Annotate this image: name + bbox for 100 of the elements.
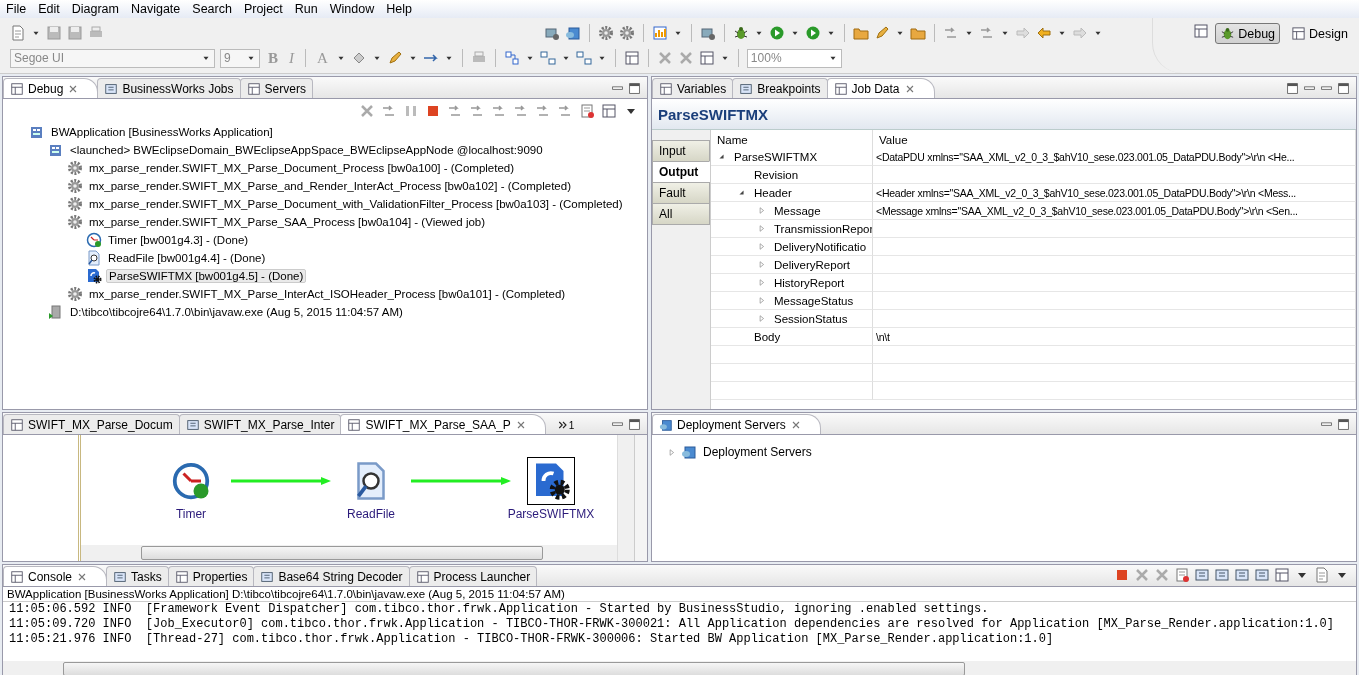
executable-icon bbox=[48, 304, 64, 320]
view-tab[interactable]: Debug bbox=[3, 78, 99, 98]
tab-icon bbox=[185, 417, 200, 432]
clear-icon[interactable] bbox=[579, 103, 595, 119]
collapsed-arrow-icon[interactable] bbox=[756, 205, 767, 216]
view-tab[interactable]: Variables bbox=[652, 78, 734, 98]
collapsed-arrow-icon[interactable] bbox=[666, 446, 677, 458]
gear-icon[interactable] bbox=[619, 25, 635, 41]
palette-toggle-strip[interactable] bbox=[634, 435, 647, 561]
tree-item[interactable]: <launched> BWEclipseDomain_BWEclipseAppSpace_BWEclipseAppNode @localhost:9090 bbox=[68, 144, 545, 156]
server-icon bbox=[681, 444, 697, 460]
menu-item[interactable]: Search bbox=[186, 2, 238, 16]
horizontal-scrollbar[interactable] bbox=[81, 545, 617, 561]
collapsed-arrow-icon[interactable] bbox=[756, 295, 767, 306]
maximize-icon[interactable] bbox=[1337, 418, 1350, 431]
side-tab[interactable]: All bbox=[652, 203, 710, 225]
terminate-icon[interactable] bbox=[425, 103, 441, 119]
node-label[interactable]: Timer bbox=[175, 507, 207, 521]
tree-item[interactable]: mx_parse_render.SWIFT_MX_Parse_SAA_Process [bw0a104] - (Viewed job) bbox=[87, 216, 488, 228]
overflow-chevron-icon[interactable] bbox=[556, 419, 569, 431]
remove-all-icon[interactable] bbox=[1154, 567, 1170, 583]
node-label[interactable]: ParseSWIFTMX bbox=[507, 507, 595, 521]
tree-item[interactable]: mx_parse_render.SWIFT_MX_Parse_InterAct_ISOHeader_Process [bw0a101] - (Completed) bbox=[87, 288, 568, 300]
tree-item[interactable]: mx_parse_render.SWIFT_MX_Parse_and_Render_InterAct_Process [bw0a102] - (Completed) bbox=[87, 180, 573, 192]
tab-icon bbox=[10, 81, 24, 96]
view-tab[interactable]: Tasks bbox=[106, 566, 169, 586]
view-tab[interactable]: Console bbox=[3, 566, 108, 586]
tree-item[interactable]: Timer [bw001g4.3] - (Done) bbox=[106, 234, 251, 246]
menu-item[interactable]: Window bbox=[323, 2, 381, 16]
overflow-count[interactable]: 1 bbox=[568, 420, 575, 431]
save-all-icon[interactable] bbox=[67, 25, 83, 41]
document-gear-icon bbox=[86, 268, 102, 284]
collapsed-arrow-icon[interactable] bbox=[756, 313, 767, 324]
collapsed-arrow-icon[interactable] bbox=[756, 259, 767, 270]
perspective-button[interactable]: Debug bbox=[1215, 23, 1281, 44]
scrollbar-thumb[interactable] bbox=[141, 546, 543, 560]
column-header[interactable]: Value bbox=[879, 134, 908, 146]
menu-item[interactable]: Diagram bbox=[65, 2, 125, 16]
horizontal-scrollbar[interactable] bbox=[3, 661, 1356, 675]
node-label[interactable]: ReadFile bbox=[347, 507, 395, 521]
view-tab[interactable]: Base64 String Decoder bbox=[253, 566, 410, 586]
side-tab[interactable]: Output bbox=[652, 161, 710, 183]
tab-icon bbox=[10, 569, 24, 584]
view-tab[interactable]: BusinessWorks Jobs bbox=[97, 78, 241, 98]
menu-item[interactable]: Help bbox=[380, 2, 418, 16]
run-tool-icon[interactable] bbox=[805, 25, 821, 41]
view-tab[interactable]: Job Data bbox=[826, 78, 935, 98]
tree-item[interactable]: Deployment Servers bbox=[701, 445, 814, 459]
perspective-button[interactable]: Design bbox=[1286, 23, 1353, 44]
new-file-icon[interactable] bbox=[10, 25, 26, 41]
maximize-icon[interactable] bbox=[1337, 82, 1350, 95]
terminate-icon[interactable] bbox=[1114, 567, 1130, 583]
view-tab[interactable]: Servers bbox=[239, 78, 313, 98]
maximize-icon[interactable] bbox=[628, 82, 641, 95]
menu-item[interactable]: Navigate bbox=[124, 2, 187, 16]
tree-item[interactable]: ReadFile [bw001g4.4] - (Done) bbox=[106, 252, 268, 264]
chart-icon[interactable] bbox=[652, 25, 668, 41]
view-tab[interactable]: SWIFT_MX_Parse_Docum bbox=[3, 414, 180, 434]
save-icon[interactable] bbox=[46, 25, 62, 41]
view-tab[interactable]: SWIFT_MX_Parse_Inter bbox=[178, 414, 342, 434]
application-icon bbox=[29, 124, 45, 140]
step-icon[interactable] bbox=[979, 25, 995, 41]
tree-item[interactable]: mx_parse_render.SWIFT_MX_Parse_Document_with_ValidationFilter_Process [bw0a103] - (Completed) bbox=[87, 198, 625, 210]
menu-item[interactable]: Run bbox=[288, 2, 324, 16]
side-tab[interactable]: Input bbox=[652, 140, 710, 162]
menu-item[interactable]: File bbox=[0, 2, 33, 16]
scrollbar-thumb[interactable] bbox=[63, 662, 965, 675]
tree-item[interactable]: D:\tibco\tibcojre64\1.7.0\bin\javaw.exe (Aug 5, 2015 11:04:57 AM) bbox=[68, 306, 405, 318]
collapsed-arrow-icon[interactable] bbox=[756, 223, 767, 234]
collapsed-arrow-icon[interactable] bbox=[756, 241, 767, 252]
run-icon[interactable] bbox=[769, 25, 785, 41]
view-tab[interactable]: Process Launcher bbox=[408, 566, 538, 586]
menu-item[interactable]: Project bbox=[237, 2, 289, 16]
maximize-icon[interactable] bbox=[628, 418, 641, 431]
remove-icon[interactable] bbox=[359, 103, 375, 119]
server-icon[interactable] bbox=[565, 25, 581, 41]
folder-icon[interactable] bbox=[910, 25, 926, 41]
tree-item[interactable]: mx_parse_render.SWIFT_MX_Parse_Document_Process [bw0a100] - (Completed) bbox=[87, 162, 517, 174]
clear-console-icon[interactable] bbox=[1174, 567, 1190, 583]
gear-icon[interactable] bbox=[598, 25, 614, 41]
menu-item[interactable]: Edit bbox=[32, 2, 66, 16]
name-cell-text: SessionStatus bbox=[773, 312, 848, 325]
side-tab[interactable]: Fault bbox=[652, 182, 710, 204]
clock-icon[interactable] bbox=[171, 461, 211, 501]
tree-item[interactable]: BWApplication [BusinessWorks Application] bbox=[49, 126, 275, 138]
remove-icon[interactable] bbox=[1134, 567, 1150, 583]
tree-item[interactable]: ParseSWIFTMX [bw001g4.5] - (Done) bbox=[106, 269, 307, 283]
vertical-scrollbar[interactable] bbox=[617, 435, 634, 561]
pen-icon[interactable] bbox=[874, 25, 890, 41]
view-tab[interactable]: Deployment Servers bbox=[652, 414, 821, 434]
view-tab[interactable]: Properties bbox=[167, 566, 255, 586]
collapsed-arrow-icon[interactable] bbox=[756, 277, 767, 288]
folder-icon[interactable] bbox=[853, 25, 869, 41]
debug-bug-icon[interactable] bbox=[733, 25, 749, 41]
step-icon[interactable] bbox=[943, 25, 959, 41]
view-tab[interactable]: SWIFT_MX_Parse_SAA_P bbox=[340, 414, 546, 434]
tree-view-icon[interactable] bbox=[601, 103, 617, 119]
column-header[interactable]: Name bbox=[717, 134, 748, 146]
view-tab[interactable]: Breakpoints bbox=[732, 78, 828, 98]
zoom-field[interactable]: 100% bbox=[746, 48, 842, 68]
